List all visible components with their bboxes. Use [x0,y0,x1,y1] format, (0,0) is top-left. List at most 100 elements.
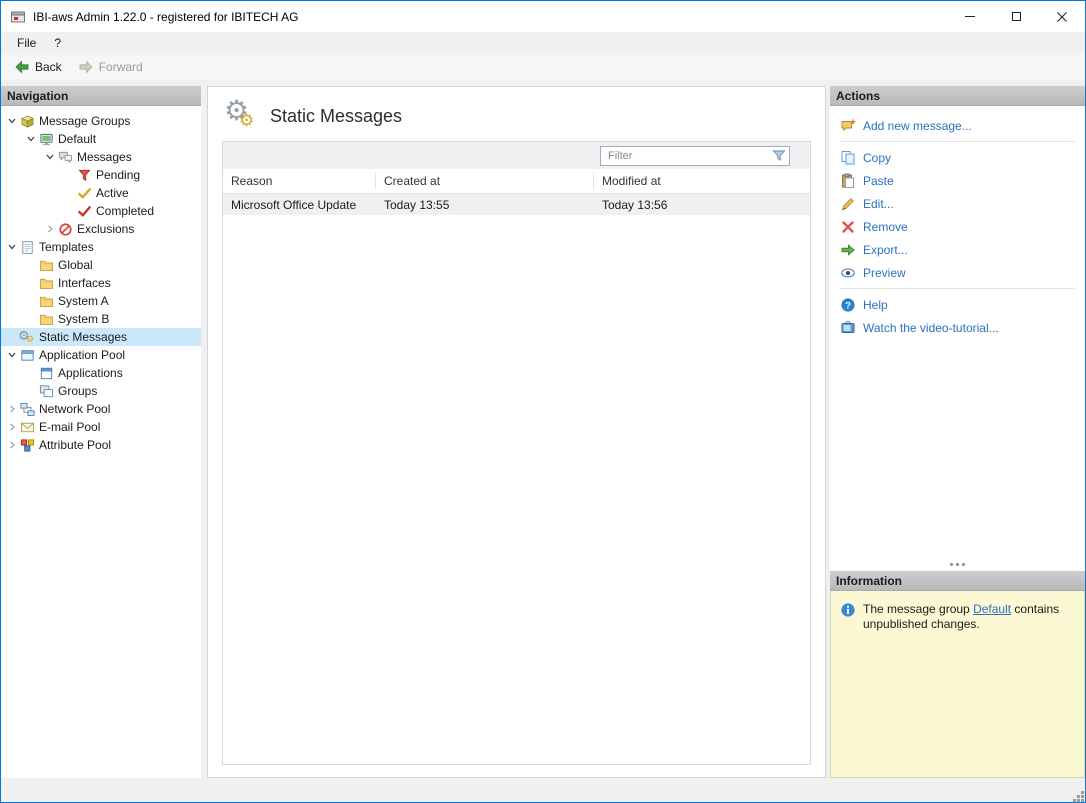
message-groups-icon [19,113,35,129]
back-button[interactable]: Back [6,57,70,77]
window-controls [947,1,1085,32]
tree-item-exclusions[interactable]: Exclusions [1,220,201,238]
tree-label: Active [96,186,129,200]
tree-item-static-messages[interactable]: ⚙⚙ Static Messages [1,328,201,346]
applications-icon [38,365,54,381]
tree-item-application-pool[interactable]: Application Pool [1,346,201,364]
column-header-modified-at[interactable]: Modified at [594,173,810,189]
action-export[interactable]: Export... [830,238,1085,261]
tree-item-attribute-pool[interactable]: Attribute Pool [1,436,201,454]
column-header-reason[interactable]: Reason [223,173,376,189]
cell-modified-at: Today 13:56 [594,198,810,212]
tree-label: Messages [77,150,132,164]
action-paste[interactable]: Paste [830,169,1085,192]
filter-input[interactable] [600,146,790,166]
chevron-expanded-icon[interactable] [24,134,38,144]
action-add-new-message[interactable]: Add new message... [830,114,1085,137]
tree-label: System B [58,312,109,326]
forward-label: Forward [99,60,143,74]
default-group-link[interactable]: Default [973,602,1011,616]
information-content: The message group Default contains unpub… [830,591,1085,778]
action-label: Add new message... [863,119,972,133]
chevron-collapsed-icon[interactable] [5,404,19,414]
paste-icon [840,173,856,189]
action-copy[interactable]: Copy [830,146,1085,169]
info-text-before: The message group [863,602,973,616]
action-label: Export... [863,243,908,257]
folder-icon [38,275,54,291]
action-preview[interactable]: Preview [830,261,1085,284]
status-bar [1,788,1085,802]
back-label: Back [35,60,62,74]
network-pool-icon [19,401,35,417]
tree-item-system-b[interactable]: System B [1,310,201,328]
menu-bar: File ? [1,32,1085,53]
table-row[interactable]: Microsoft Office Update Today 13:55 Toda… [223,194,810,215]
chevron-expanded-icon[interactable] [5,116,19,126]
close-button[interactable] [1039,1,1085,32]
app-icon [10,9,26,25]
pending-icon [76,167,92,183]
action-help[interactable]: ? Help [830,293,1085,316]
preview-icon [840,265,856,281]
right-column: Actions Add new message... Copy Paste [830,86,1085,778]
tree-label: Attribute Pool [39,438,111,452]
tree-label: Global [58,258,93,272]
menu-file[interactable]: File [8,34,45,52]
default-group-icon [38,131,54,147]
resize-grip[interactable] [1077,795,1080,798]
tree-item-groups[interactable]: Groups [1,382,201,400]
tree-item-pending[interactable]: Pending [1,166,201,184]
page-title-row: ⚙⚙ Static Messages [208,87,825,139]
app-window: IBI-aws Admin 1.22.0 - registered for IB… [0,0,1086,803]
tree-item-system-a[interactable]: System A [1,292,201,310]
action-watch-video-tutorial[interactable]: Watch the video-tutorial... [830,316,1085,339]
tree-item-default[interactable]: Default [1,130,201,148]
tree-label: Templates [39,240,94,254]
groups-icon [38,383,54,399]
maximize-button[interactable] [993,1,1039,32]
information-panel: Information The message group Default co… [830,571,1085,778]
minimize-icon [965,16,975,17]
tree-item-interfaces[interactable]: Interfaces [1,274,201,292]
video-tutorial-icon [840,320,856,336]
panel-splitter-handle[interactable] [830,558,1085,571]
tree-item-applications[interactable]: Applications [1,364,201,382]
chevron-expanded-icon[interactable] [43,152,57,162]
chevron-expanded-icon[interactable] [5,242,19,252]
folder-icon [38,257,54,273]
tree-item-message-groups[interactable]: Message Groups [1,112,201,130]
cell-created-at: Today 13:55 [376,198,594,212]
back-arrow-icon [14,59,30,75]
tree-label: Interfaces [58,276,111,290]
maximize-icon [1012,12,1021,21]
messages-list-control: Reason Created at Modified at Microsoft … [222,141,811,765]
tree-item-network-pool[interactable]: Network Pool [1,400,201,418]
active-icon [76,185,92,201]
tree-item-completed[interactable]: Completed [1,202,201,220]
filter-funnel-icon[interactable] [771,148,787,164]
minimize-button[interactable] [947,1,993,32]
tree-item-messages[interactable]: Messages [1,148,201,166]
add-message-icon [840,118,856,134]
table-empty-area [223,215,810,764]
forward-button[interactable]: Forward [70,57,151,77]
chevron-expanded-icon[interactable] [5,350,19,360]
tree-item-active[interactable]: Active [1,184,201,202]
remove-icon [840,219,856,235]
action-remove[interactable]: Remove [830,215,1085,238]
information-message: The message group Default contains unpub… [863,602,1076,632]
menu-help[interactable]: ? [45,34,70,52]
chevron-collapsed-icon[interactable] [5,422,19,432]
filter-field [600,146,790,166]
tree-item-global[interactable]: Global [1,256,201,274]
column-header-created-at[interactable]: Created at [376,173,594,189]
action-label: Remove [863,220,908,234]
tree-item-email-pool[interactable]: E-mail Pool [1,418,201,436]
chevron-collapsed-icon[interactable] [43,224,57,234]
navigation-tree: Message Groups Default Messages Pending [1,106,201,778]
help-icon: ? [840,297,856,313]
action-edit[interactable]: Edit... [830,192,1085,215]
tree-item-templates[interactable]: Templates [1,238,201,256]
chevron-collapsed-icon[interactable] [5,440,19,450]
